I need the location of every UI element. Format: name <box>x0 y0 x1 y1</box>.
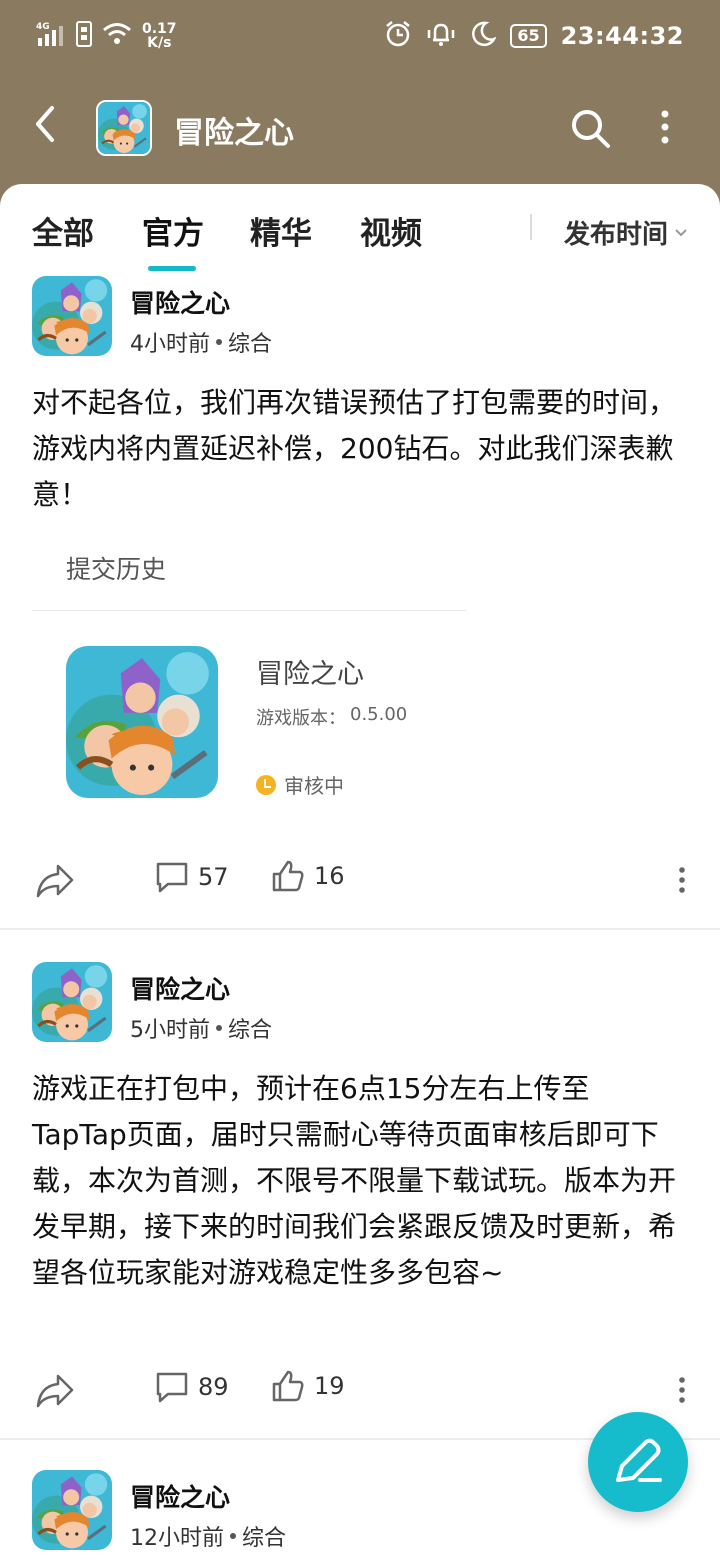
review-status: 审核中 <box>256 770 344 799</box>
tab-featured[interactable]: 精华 <box>250 208 312 253</box>
tab-divider <box>530 214 532 240</box>
comment-count: 57 <box>198 863 229 891</box>
like-count: 16 <box>314 862 345 890</box>
wifi-icon <box>102 22 132 50</box>
post-separator <box>0 928 720 930</box>
meta-separator <box>216 1025 222 1031</box>
game-name: 冒险之心 <box>256 659 364 690</box>
game-card[interactable]: 冒险之心 游戏版本： 0.5.00 审核中 <box>66 646 486 806</box>
author-name[interactable]: 冒险之心 <box>130 970 230 1006</box>
tab-bar: 全部 官方 精华 视频 发布时间 <box>0 184 720 272</box>
post-more-button[interactable] <box>672 1374 692 1406</box>
moon-icon <box>470 21 497 51</box>
post-meta: 12小时前 综合 <box>130 1520 286 1552</box>
thumbs-up-icon <box>272 1370 304 1402</box>
comment-button[interactable]: 89 <box>154 1370 229 1404</box>
game-version: 游戏版本： 0.5.00 <box>256 704 408 729</box>
back-arrow-icon <box>36 106 54 142</box>
post-category[interactable]: 综合 <box>228 1012 272 1044</box>
post-time: 4小时前 <box>130 332 210 357</box>
sort-dropdown[interactable]: 发布时间 <box>564 214 688 251</box>
author-name[interactable]: 冒险之心 <box>130 1478 230 1514</box>
content-sheet: 全部 官方 精华 视频 发布时间 冒险之心 4小时前 综合 对不起各位，我们再次… <box>0 184 720 1560</box>
thumbs-up-icon <box>272 860 304 892</box>
share-button[interactable] <box>34 1370 76 1410</box>
more-vertical-icon <box>661 110 669 144</box>
tab-video[interactable]: 视频 <box>360 208 422 253</box>
app-icon[interactable] <box>96 100 152 156</box>
post-time: 12小时前 <box>130 1526 224 1551</box>
signal-icon: 4G <box>36 20 66 52</box>
more-vertical-icon <box>679 867 685 893</box>
post-card[interactable]: 冒险之心 5小时前 综合 游戏正在打包中，预计在6点15分左右上传至TapTap… <box>0 962 720 1442</box>
avatar[interactable] <box>32 1470 112 1550</box>
clock: 23:44:32 <box>560 22 684 50</box>
pen-icon <box>616 1438 662 1482</box>
page-title: 冒险之心 <box>174 116 294 151</box>
share-icon <box>36 1374 74 1408</box>
battery-indicator: 65 <box>510 24 547 48</box>
tab-all[interactable]: 全部 <box>32 208 94 253</box>
tab-official[interactable]: 官方 <box>142 208 204 253</box>
post-content[interactable]: 游戏正在打包中，预计在6点15分左右上传至TapTap页面，届时只需耐心等待页面… <box>32 1066 682 1296</box>
divider <box>32 610 466 611</box>
post-content[interactable]: 对不起各位，我们再次错误预估了打包需要的时间，游戏内将内置延迟补偿，200钻石。… <box>32 380 682 518</box>
history-label: 提交历史 <box>66 555 167 584</box>
sort-label: 发布时间 <box>564 220 669 250</box>
share-button[interactable] <box>34 860 76 900</box>
more-vertical-icon <box>679 1377 685 1403</box>
clock-status-icon <box>256 774 276 795</box>
app-bar: 冒险之心 <box>0 72 720 184</box>
more-options-button[interactable] <box>650 108 680 148</box>
active-tab-indicator <box>148 266 196 271</box>
game-icon <box>66 646 218 798</box>
post-actions: 57 16 <box>0 850 720 910</box>
search-button[interactable] <box>566 104 614 152</box>
avatar[interactable] <box>32 276 112 356</box>
vibrate-bell-icon <box>426 20 456 52</box>
svg-text:4G: 4G <box>36 22 50 32</box>
status-bar: 4G 0.17 K/s 65 23:44:32 <box>0 0 720 72</box>
author-name[interactable]: 冒险之心 <box>130 284 230 320</box>
share-icon <box>36 864 74 898</box>
comment-button[interactable]: 57 <box>154 860 229 894</box>
alarm-icon <box>384 20 412 52</box>
comment-icon <box>156 1372 188 1403</box>
post-meta: 4小时前 综合 <box>130 326 272 358</box>
avatar[interactable] <box>32 962 112 1042</box>
compose-button[interactable] <box>588 1412 688 1512</box>
like-button[interactable]: 16 <box>270 858 345 894</box>
post-time: 5小时前 <box>130 1018 210 1043</box>
post-category[interactable]: 综合 <box>228 326 272 358</box>
post-category[interactable]: 综合 <box>242 1520 286 1552</box>
comment-icon <box>156 862 188 893</box>
post-more-button[interactable] <box>672 864 692 896</box>
meta-separator <box>230 1533 236 1539</box>
chevron-down-icon <box>675 228 687 236</box>
search-icon <box>572 110 610 148</box>
post-actions: 89 19 <box>0 1360 720 1420</box>
comment-count: 89 <box>198 1373 229 1401</box>
network-speed: 0.17 K/s <box>142 21 177 51</box>
post-meta: 5小时前 综合 <box>130 1012 272 1044</box>
like-count: 19 <box>314 1372 345 1400</box>
sim-icon <box>76 21 92 51</box>
like-button[interactable]: 19 <box>270 1368 345 1404</box>
post-card[interactable]: 冒险之心 4小时前 综合 对不起各位，我们再次错误预估了打包需要的时间，游戏内将… <box>0 276 720 926</box>
meta-separator <box>216 339 222 345</box>
back-button[interactable] <box>24 98 68 150</box>
